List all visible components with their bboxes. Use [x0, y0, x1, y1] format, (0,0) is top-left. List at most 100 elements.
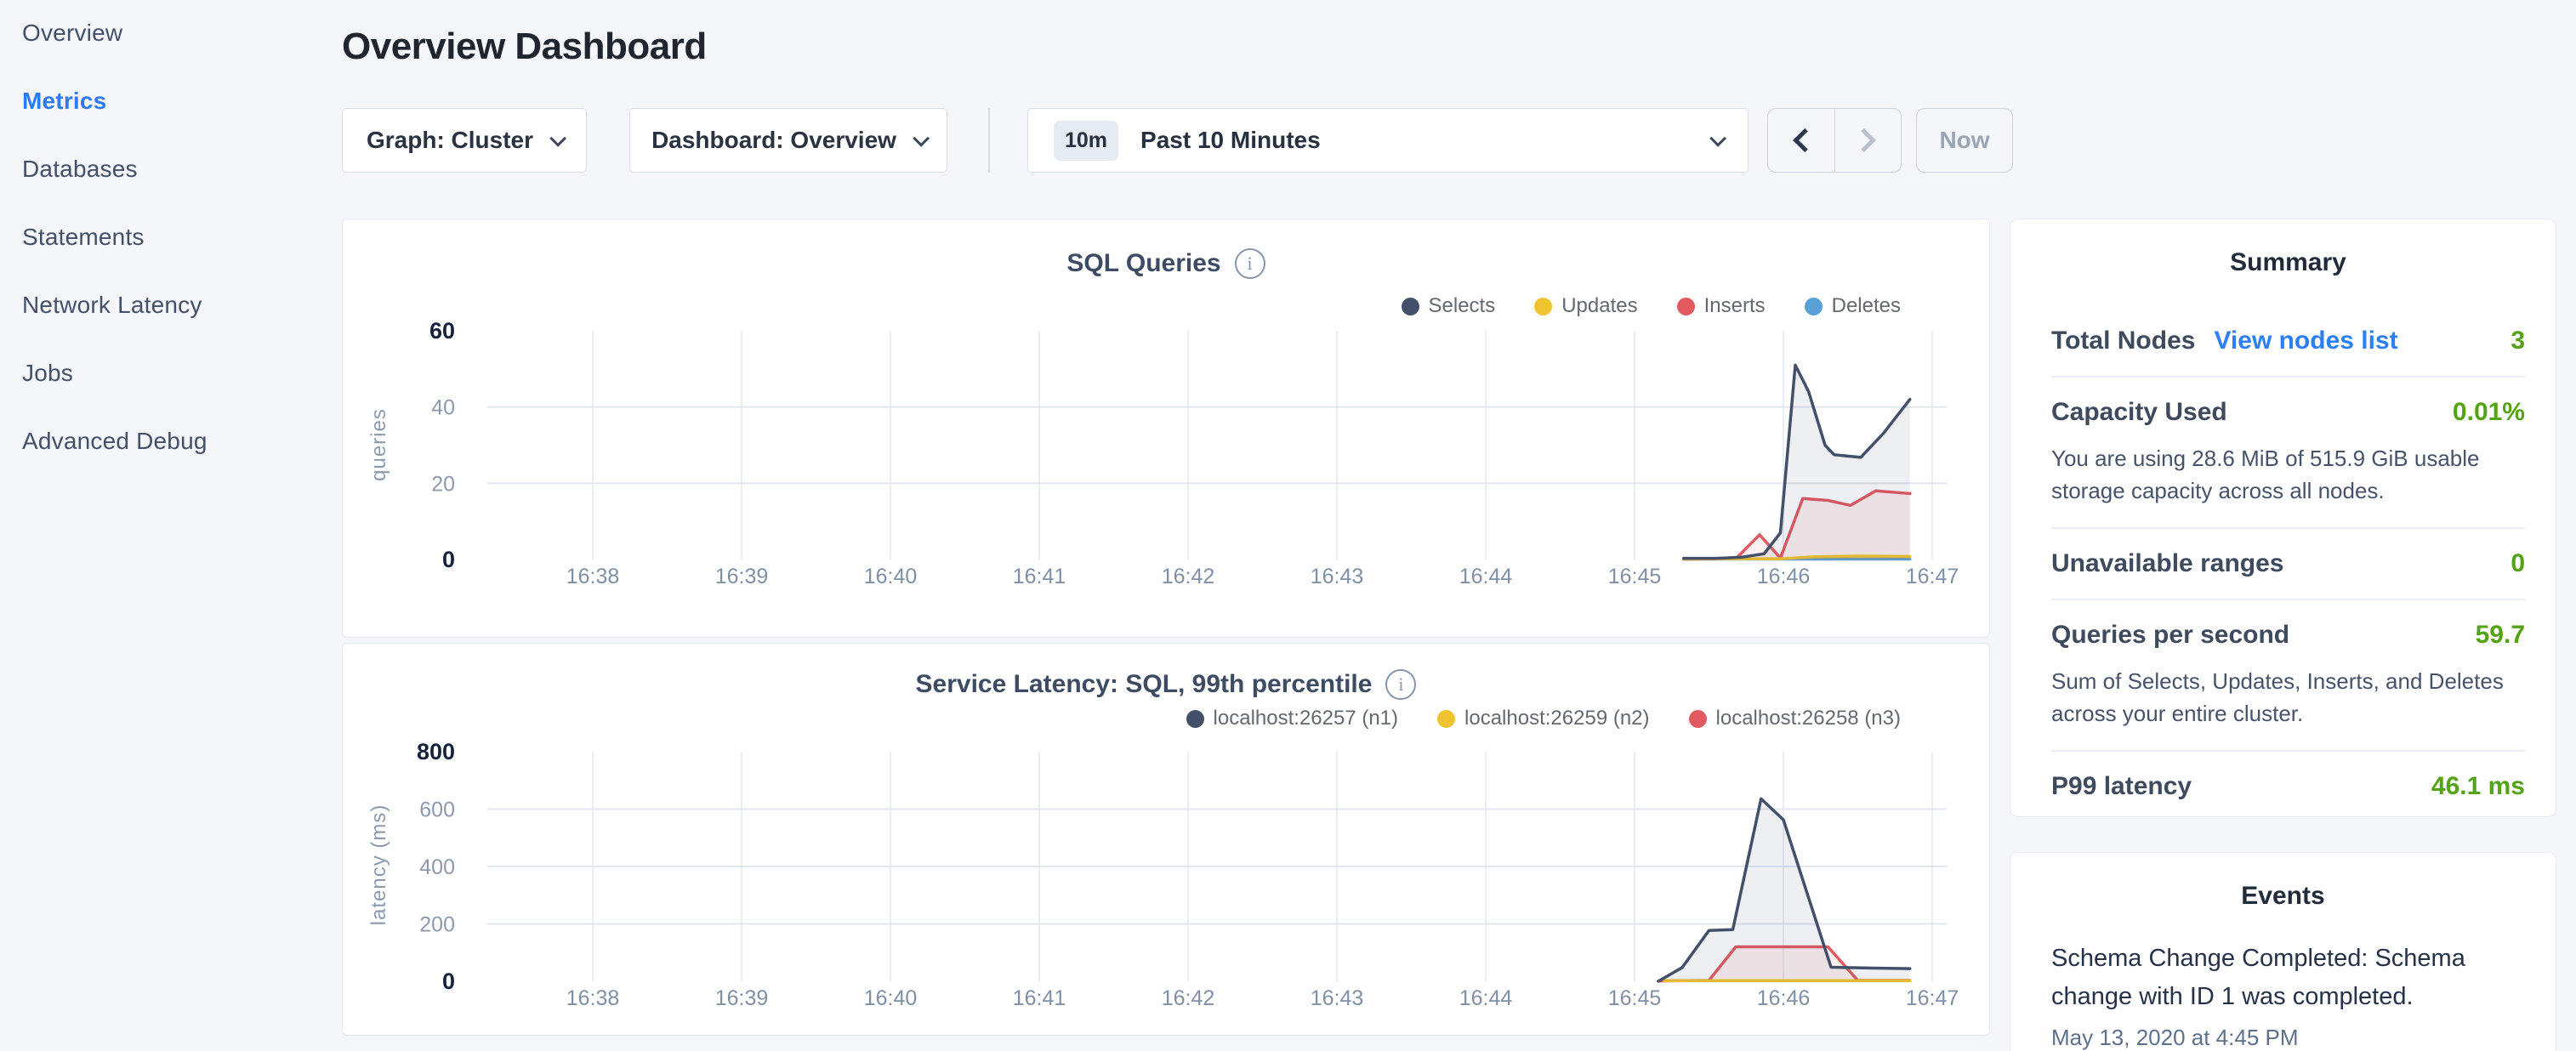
- legend-item[interactable]: localhost:26257 (n1): [1186, 707, 1398, 730]
- summary-value: 0.01%: [2453, 398, 2525, 427]
- sidebar-item-metrics[interactable]: Metrics: [22, 89, 338, 113]
- event-list-item[interactable]: Schema Change Completed: Schema change w…: [2051, 940, 2515, 1051]
- events-title: Events: [2051, 882, 2515, 911]
- sql-queries-legend: Selects Updates Inserts Deletes: [1402, 294, 1902, 318]
- legend-dot-icon: [1689, 710, 1707, 728]
- summary-label: Unavailable ranges: [2051, 549, 2283, 578]
- y-axis-tick-label: 20: [431, 472, 455, 496]
- legend-item[interactable]: Selects: [1402, 294, 1496, 318]
- graph-dropdown[interactable]: Graph: Cluster: [342, 108, 587, 173]
- legend-item[interactable]: Deletes: [1805, 294, 1901, 318]
- summary-label: Total Nodes: [2051, 327, 2195, 355]
- x-axis-tick-label: 16:39: [715, 565, 769, 588]
- summary-value: 3: [2511, 327, 2525, 355]
- summary-description: You are using 28.6 MiB of 515.9 GiB usab…: [2051, 442, 2525, 507]
- x-axis-tick-label: 16:39: [715, 986, 769, 1010]
- summary-value: 59.7: [2476, 621, 2525, 650]
- legend-item[interactable]: Inserts: [1677, 294, 1766, 318]
- summary-value: 0: [2511, 549, 2525, 578]
- x-axis-tick-label: 16:41: [1013, 986, 1066, 1010]
- summary-row-queries-per-second: Queries per second 59.7 Sum of Selects, …: [2051, 599, 2525, 750]
- legend-dot-icon: [1677, 298, 1695, 315]
- chart-title-row: SQL Queries: [343, 248, 1989, 279]
- x-axis-tick-label: 16:42: [1162, 565, 1215, 588]
- x-axis-tick-label: 16:45: [1608, 986, 1662, 1010]
- time-step-buttons: [1767, 108, 1902, 173]
- summary-value: 46.1 ms: [2431, 772, 2525, 801]
- y-axis-tick-label: 0: [442, 547, 455, 572]
- sidebar-item-advanced-debug[interactable]: Advanced Debug: [22, 429, 338, 453]
- legend-dot-icon: [1534, 298, 1552, 315]
- chevron-down-icon: [549, 130, 566, 147]
- chevron-left-icon: [1793, 128, 1817, 152]
- chevron-right-icon: [1852, 128, 1876, 152]
- legend-dot-icon: [1186, 710, 1204, 728]
- page-title: Overview Dashboard: [342, 26, 707, 68]
- sidebar-item-statements[interactable]: Statements: [22, 225, 338, 249]
- sidebar-item-jobs[interactable]: Jobs: [22, 361, 338, 385]
- legend-label: localhost:26258 (n3): [1716, 707, 1901, 730]
- x-axis-tick-label: 16:38: [566, 986, 620, 1010]
- legend-label: Selects: [1429, 294, 1496, 318]
- events-card: Events Schema Change Completed: Schema c…: [2010, 852, 2556, 1051]
- x-axis-tick-label: 16:46: [1757, 986, 1811, 1010]
- service-latency-legend: localhost:26257 (n1) localhost:26259 (n2)…: [1186, 707, 1901, 730]
- x-axis-tick-label: 16:47: [1906, 986, 1959, 1010]
- overview-dashboard-page: { "colors": { "background": "#f4f6fa", "…: [0, 0, 2576, 1051]
- legend-dot-icon: [1402, 298, 1419, 315]
- summary-row-p99-latency: P99 latency 46.1 ms: [2051, 750, 2525, 817]
- x-axis-tick-label: 16:46: [1757, 565, 1811, 588]
- x-axis-tick-label: 16:40: [864, 986, 918, 1010]
- sidebar-item-network-latency[interactable]: Network Latency: [22, 293, 338, 317]
- x-axis-tick-label: 16:47: [1906, 565, 1959, 588]
- time-forward-button[interactable]: [1834, 109, 1902, 172]
- chevron-down-icon: [1709, 130, 1726, 147]
- view-nodes-list-link[interactable]: View nodes list: [2214, 327, 2397, 355]
- legend-label: localhost:26259 (n2): [1464, 707, 1649, 730]
- summary-card: Summary Total Nodes View nodes list 3 Ca…: [2010, 219, 2556, 817]
- summary-row-unavailable-ranges: Unavailable ranges 0: [2051, 527, 2525, 599]
- legend-item[interactable]: Updates: [1534, 294, 1637, 318]
- chart-title: Service Latency: SQL, 99th percentile: [916, 670, 1373, 699]
- chart-title: SQL Queries: [1066, 249, 1220, 278]
- graph-dropdown-label: Graph: Cluster: [367, 127, 533, 154]
- event-message: Schema Change Completed: Schema change w…: [2051, 940, 2515, 1016]
- summary-row-capacity-used: Capacity Used 0.01% You are using 28.6 M…: [2051, 376, 2525, 527]
- y-axis-tick-label: 600: [419, 798, 455, 822]
- sidebar-item-databases[interactable]: Databases: [22, 157, 338, 181]
- x-axis-tick-label: 16:45: [1608, 565, 1662, 588]
- summary-label: P99 latency: [2051, 772, 2192, 801]
- y-axis-tick-label: 800: [417, 739, 455, 764]
- sql-queries-chart-plot[interactable]: 16:3816:3916:4016:4116:4216:4316:4416:45…: [343, 219, 1989, 637]
- sidebar-item-overview[interactable]: Overview: [22, 21, 338, 45]
- time-range-badge: 10m: [1054, 121, 1118, 161]
- summary-description: Sum of Selects, Updates, Inserts, and De…: [2051, 665, 2525, 730]
- series-area: [1684, 365, 1910, 560]
- x-axis-tick-label: 16:42: [1162, 986, 1215, 1010]
- info-icon[interactable]: [1235, 248, 1265, 279]
- summary-label: Queries per second: [2051, 621, 2289, 650]
- now-button[interactable]: Now: [1916, 108, 2013, 173]
- legend-dot-icon: [1805, 298, 1823, 315]
- y-axis-tick-label: 0: [442, 969, 455, 994]
- service-latency-chart-plot[interactable]: 16:3816:3916:4016:4116:4216:4316:4416:45…: [343, 644, 1989, 1035]
- x-axis-tick-label: 16:43: [1311, 986, 1364, 1010]
- event-timestamp: May 13, 2020 at 4:45 PM: [2051, 1025, 2515, 1051]
- x-axis-tick-label: 16:43: [1311, 565, 1364, 588]
- summary-title: Summary: [2051, 248, 2525, 277]
- time-back-button[interactable]: [1768, 109, 1834, 172]
- legend-label: localhost:26257 (n1): [1214, 707, 1398, 730]
- toolbar-divider: [988, 108, 990, 173]
- dashboard-dropdown-label: Dashboard: Overview: [651, 127, 896, 154]
- y-axis-tick-label: 200: [419, 913, 455, 937]
- info-icon[interactable]: [1385, 669, 1416, 700]
- legend-label: Deletes: [1832, 294, 1901, 318]
- time-range-label: Past 10 Minutes: [1140, 127, 1321, 154]
- x-axis-tick-label: 16:40: [864, 565, 918, 588]
- dashboard-dropdown[interactable]: Dashboard: Overview: [629, 108, 947, 173]
- legend-label: Inserts: [1704, 294, 1766, 318]
- legend-item[interactable]: localhost:26258 (n3): [1689, 707, 1901, 730]
- legend-item[interactable]: localhost:26259 (n2): [1437, 707, 1649, 730]
- service-latency-chart-card: 16:3816:3916:4016:4116:4216:4316:4416:45…: [342, 643, 1990, 1036]
- time-range-dropdown[interactable]: 10m Past 10 Minutes: [1027, 108, 1749, 173]
